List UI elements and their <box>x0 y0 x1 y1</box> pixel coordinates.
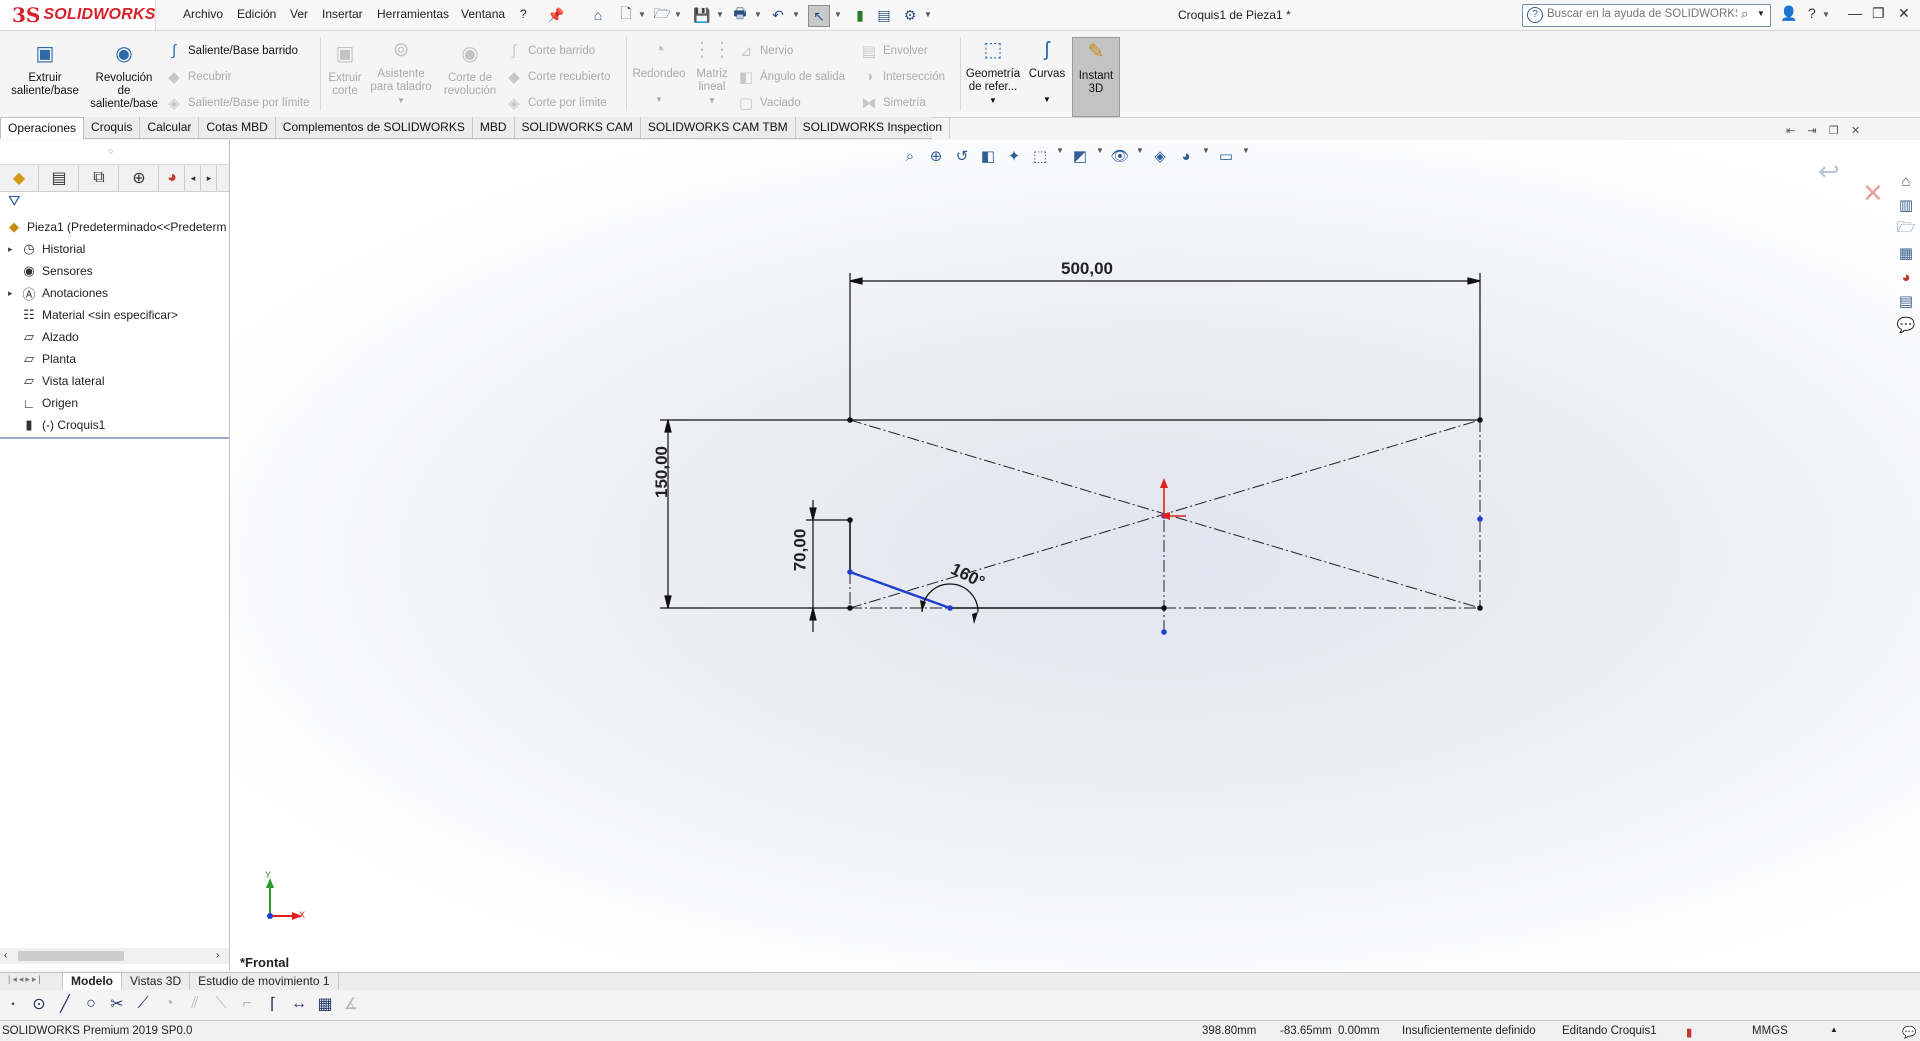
circle-point-icon[interactable]: ⊙ <box>26 991 52 1017</box>
sketch-definition-status: Insuficientemente definido <box>1402 1025 1536 1037</box>
dimension-arrow <box>664 595 672 609</box>
sketch-shortcut-bar: • ⊙ ╱ ○ ✂ ⟋ ◔ ⫽ ⟍ ⌐ ⌈ ↔ ▦ ∡ <box>0 990 430 1018</box>
tab-estudio-movimiento[interactable]: Estudio de movimiento 1 <box>190 973 339 990</box>
triad-x-label: X <box>299 910 306 920</box>
dimension-arrow <box>1467 277 1481 285</box>
status-bar: SOLIDWORKS Premium 2019 SP0.0 398.80mm -… <box>0 1020 1920 1041</box>
coordinate-triad <box>266 878 302 920</box>
rectangle-icon[interactable]: ⌈ <box>260 991 286 1017</box>
circle-icon[interactable]: ○ <box>78 991 104 1017</box>
tab-scroll-arrows-icon[interactable]: |◂◂▸▸| <box>0 973 63 990</box>
unit-system[interactable]: MMGS <box>1752 1025 1788 1037</box>
point-icon[interactable]: • <box>0 991 26 1017</box>
dimension-vertical-label[interactable]: 70,00 <box>790 529 810 572</box>
cursor-z: 0.00mm <box>1338 1025 1380 1037</box>
view-orientation-label: *Frontal <box>240 955 290 970</box>
sketch-canvas[interactable] <box>0 0 1920 1040</box>
slot-icon[interactable]: ⟍ <box>208 991 234 1017</box>
sketch-point[interactable] <box>1477 605 1483 611</box>
grid-icon[interactable]: ▦ <box>312 991 338 1017</box>
editing-status: Editando Croquis1 <box>1562 1025 1657 1037</box>
selected-sketch-line[interactable] <box>849 570 951 610</box>
chat-icon[interactable]: 💬 <box>1902 1025 1916 1039</box>
fillet-icon[interactable]: ◔ <box>156 991 182 1017</box>
trim-icon[interactable]: ✂ <box>104 991 130 1017</box>
sketch-point[interactable] <box>847 417 853 423</box>
dimension-width-label[interactable]: 500,00 <box>1061 259 1113 279</box>
dimension-arrow <box>849 277 863 285</box>
cursor-y: -83.65mm <box>1280 1025 1332 1037</box>
sketch-point-selected[interactable] <box>847 569 853 575</box>
product-version: SOLIDWORKS Premium 2019 SP0.0 <box>2 1025 193 1037</box>
dimension-height-label[interactable]: 150,00 <box>652 446 672 498</box>
extend-icon[interactable]: ⟋ <box>130 991 156 1017</box>
sketch-point[interactable] <box>847 605 853 611</box>
dimension-arrow <box>920 600 926 612</box>
smart-dimension-icon[interactable]: ↔ <box>286 991 312 1017</box>
sketch-origin <box>1160 478 1186 520</box>
sketch-midpoint[interactable] <box>1477 516 1483 522</box>
sketch-point[interactable] <box>847 517 853 523</box>
rebuild-status-icon[interactable]: ▮ <box>1686 1025 1692 1039</box>
cursor-x: 398.80mm <box>1202 1025 1257 1037</box>
model-tabs: |◂◂▸▸| Modelo Vistas 3D Estudio de movim… <box>0 972 1920 990</box>
triad-y-label: Y <box>265 870 272 880</box>
dimension-arrow <box>809 507 817 521</box>
tab-modelo[interactable]: Modelo <box>63 973 122 990</box>
offset-icon[interactable]: ⫽ <box>182 991 208 1017</box>
sketch-point[interactable] <box>1161 605 1167 611</box>
angle-icon[interactable]: ∡ <box>338 991 364 1017</box>
sketch-point[interactable] <box>1161 629 1167 635</box>
dimension-arrow <box>972 612 978 624</box>
corner-icon[interactable]: ⌐ <box>234 991 260 1017</box>
dimension-arrow <box>809 607 817 621</box>
chevron-up-icon[interactable]: ▲ <box>1830 1025 1838 1034</box>
sketch-point-selected[interactable] <box>947 605 953 611</box>
tab-vistas-3d[interactable]: Vistas 3D <box>122 973 191 990</box>
line-icon[interactable]: ╱ <box>52 991 78 1017</box>
sketch-point[interactable] <box>1477 417 1483 423</box>
dimension-arrow <box>664 419 672 433</box>
